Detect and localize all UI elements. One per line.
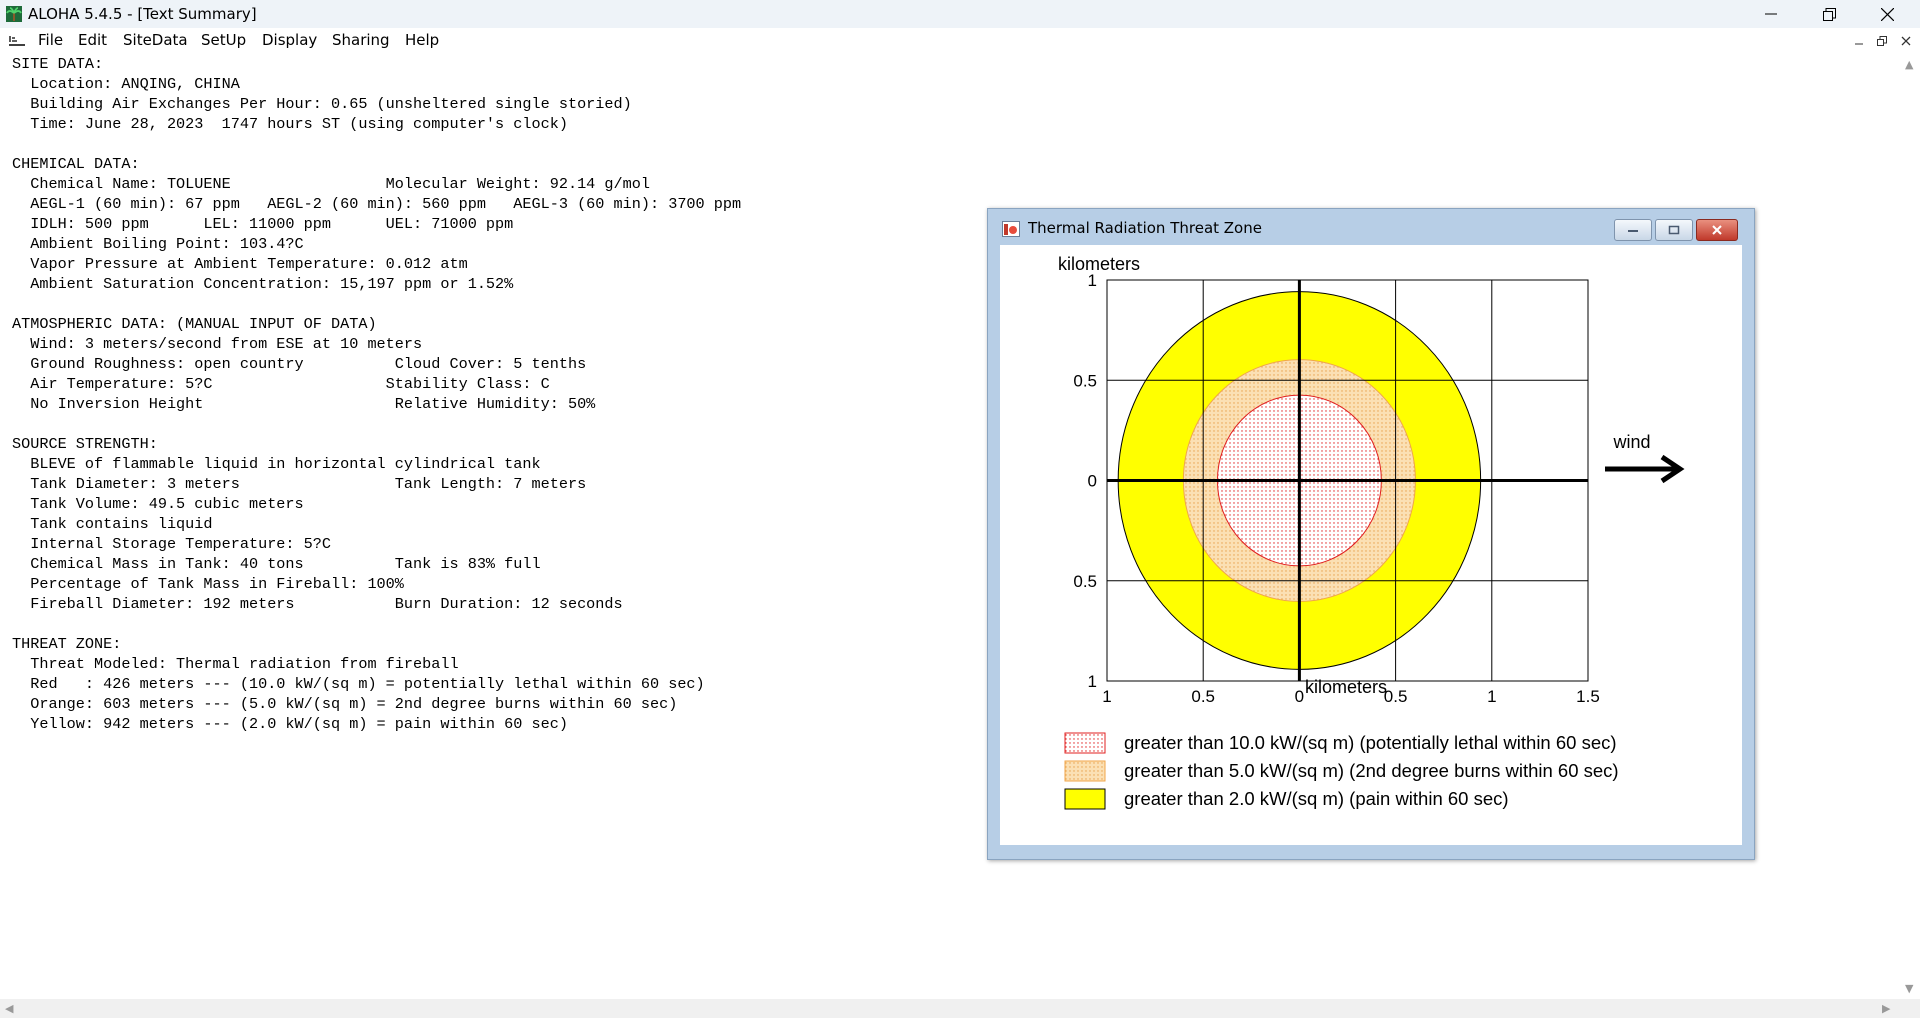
restore-button[interactable] — [1800, 0, 1858, 28]
title-bar[interactable]: ALOHA 5.4.5 - [Text Summary] — [0, 0, 1920, 28]
threat-window-title: Thermal Radiation Threat Zone — [1028, 219, 1262, 237]
legend-label: greater than 2.0 kW/(sq m) (pain within … — [1124, 788, 1509, 809]
menu-edit[interactable]: Edit — [78, 31, 107, 49]
wind-label: wind — [1612, 432, 1650, 452]
summary-line: Threat Modeled: Thermal radiation from f… — [12, 655, 459, 673]
summary-line: AEGL-1 (60 min): 67 ppm AEGL-2 (60 min):… — [12, 195, 742, 213]
threat-zone-plot-panel: 1 0.5 0 0.5 1 1.5 1 0.5 0 0.5 1 kilometers kilomet… — [1000, 245, 1742, 845]
document-minimize-button[interactable] — [1851, 33, 1867, 49]
summary-line: Building Air Exchanges Per Hour: 0.65 (u… — [12, 95, 632, 113]
x-tick-label: 0.5 — [1191, 687, 1215, 706]
vertical-scrollbar[interactable]: ▲ ▼ — [1900, 54, 1920, 999]
summary-line: Tank contains liquid — [12, 515, 213, 533]
summary-line: BLEVE of flammable liquid in horizontal … — [12, 455, 541, 473]
palm-tree-icon — [6, 6, 22, 22]
maximize-icon — [1668, 225, 1680, 235]
text-summary: SITE DATA: Location: ANQING, CHINA Build… — [12, 54, 741, 734]
x-tick-label: 1 — [1487, 687, 1496, 706]
y-axis-label: kilometers — [1058, 254, 1140, 274]
summary-line: Ambient Saturation Concentration: 15,197… — [12, 275, 514, 293]
x-tick-label: 0.5 — [1384, 687, 1408, 706]
summary-line: Fireball Diameter: 192 meters Burn Durat… — [12, 595, 623, 613]
x-tick-label: 1.5 — [1576, 687, 1600, 706]
legend-swatch — [1064, 788, 1106, 810]
restore-icon — [1822, 7, 1836, 21]
horizontal-scrollbar[interactable]: ◀ ▶ — [0, 999, 1920, 1018]
scroll-left-icon[interactable]: ◀ — [5, 1002, 13, 1015]
threat-zone-chart: 1 0.5 0 0.5 1 1.510.500.51 kilometers kilomet… — [1058, 254, 1685, 810]
threat-window-minimize-button[interactable] — [1614, 219, 1652, 241]
summary-line: Chemical Mass in Tank: 40 tons Tank is 8… — [12, 555, 541, 573]
menu-setup[interactable]: SetUp — [201, 31, 246, 49]
legend-swatch — [1064, 732, 1106, 754]
summary-line: Red : 426 meters --- (10.0 kW/(sq m) = p… — [12, 675, 705, 693]
summary-line: Location: ANQING, CHINA — [12, 75, 240, 93]
summary-line: Tank Diameter: 3 meters Tank Length: 7 m… — [12, 475, 587, 493]
y-tick-label: 0.5 — [1073, 371, 1097, 390]
summary-line: IDLH: 500 ppm LEL: 11000 ppm UEL: 71000 … — [12, 215, 514, 233]
minimize-icon — [1628, 230, 1638, 232]
menu-display[interactable]: Display — [262, 31, 317, 49]
summary-line: Time: June 28, 2023 1747 hours ST (using… — [12, 115, 568, 133]
summary-line: Chemical Name: TOLUENE Molecular Weight:… — [12, 175, 650, 193]
y-tick-label: 0 — [1088, 472, 1097, 491]
close-icon — [1712, 225, 1722, 235]
summary-line: CHEMICAL DATA: — [12, 155, 140, 173]
threat-window-maximize-button[interactable] — [1655, 219, 1693, 241]
minimize-button[interactable] — [1742, 0, 1800, 28]
summary-line: Percentage of Tank Mass in Fireball: 100… — [12, 575, 404, 593]
summary-line: Ambient Boiling Point: 103.4?C — [12, 235, 304, 253]
x-axis-label: kilometers — [1305, 677, 1387, 697]
document-icon[interactable] — [8, 33, 26, 47]
summary-line: Orange: 603 meters --- (5.0 kW/(sq m) = … — [12, 695, 678, 713]
wind-arrow: wind — [1605, 432, 1685, 484]
summary-line: ATMOSPHERIC DATA: (MANUAL INPUT OF DATA) — [12, 315, 377, 333]
summary-line: No Inversion Height Relative Humidity: 5… — [12, 395, 596, 413]
document-close-button[interactable] — [1898, 33, 1914, 49]
chart-window-icon — [1002, 221, 1020, 237]
legend-label: greater than 5.0 kW/(sq m) (2nd degree b… — [1124, 760, 1619, 781]
legend-swatch — [1064, 760, 1106, 782]
close-icon — [1880, 7, 1894, 21]
menu-sharing[interactable]: Sharing — [332, 31, 390, 49]
summary-line: Vapor Pressure at Ambient Temperature: 0… — [12, 255, 468, 273]
scroll-down-icon[interactable]: ▼ — [1905, 982, 1913, 995]
close-icon — [1901, 36, 1911, 46]
summary-line: Internal Storage Temperature: 5?C — [12, 535, 331, 553]
threat-window-close-button[interactable] — [1696, 219, 1738, 241]
summary-line: SOURCE STRENGTH: — [12, 435, 158, 453]
minimize-icon — [1765, 13, 1777, 15]
summary-line: THREAT ZONE: — [12, 635, 122, 653]
document-restore-button[interactable] — [1874, 33, 1890, 49]
menu-help[interactable]: Help — [405, 31, 439, 49]
summary-line: Ground Roughness: open country Cloud Cov… — [12, 355, 587, 373]
legend-label: greater than 10.0 kW/(sq m) (potentially… — [1124, 732, 1617, 753]
thermal-radiation-window[interactable]: Thermal Radiation Threat Zone 1 0.5 0 0.… — [987, 208, 1755, 860]
x-tick-label: 0 — [1295, 687, 1304, 706]
summary-line: Air Temperature: 5?C Stability Class: C — [12, 375, 550, 393]
menu-sitedata[interactable]: SiteData — [123, 31, 188, 49]
menu-file[interactable]: File — [38, 31, 63, 49]
x-tick-label: 1 — [1102, 687, 1111, 706]
y-tick-label: 1 — [1088, 672, 1097, 691]
window-title: ALOHA 5.4.5 - [Text Summary] — [28, 5, 257, 23]
scroll-right-icon[interactable]: ▶ — [1882, 1002, 1890, 1015]
minimize-icon — [1855, 43, 1863, 45]
scroll-up-icon[interactable]: ▲ — [1905, 58, 1913, 71]
summary-line: Yellow: 942 meters --- (2.0 kW/(sq m) = … — [12, 715, 568, 733]
y-tick-label: 0.5 — [1073, 572, 1097, 591]
summary-line: SITE DATA: — [12, 55, 104, 73]
summary-line: Wind: 3 meters/second from ESE at 10 met… — [12, 335, 423, 353]
close-button[interactable] — [1858, 0, 1916, 28]
restore-icon — [1877, 36, 1887, 46]
summary-line: Tank Volume: 49.5 cubic meters — [12, 495, 304, 513]
